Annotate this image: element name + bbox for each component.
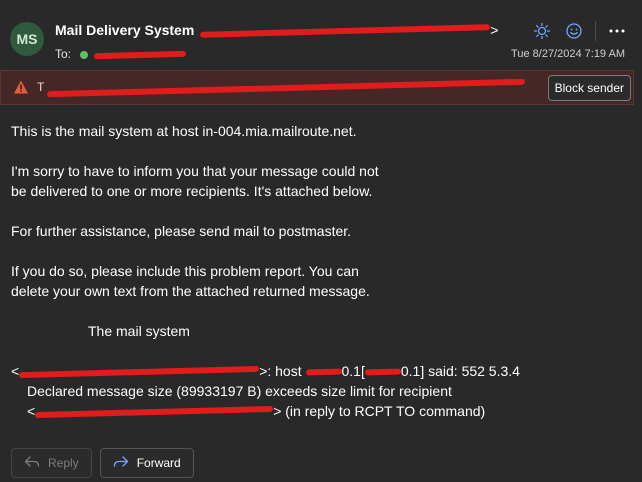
header-actions xyxy=(531,20,628,42)
warning-text-start: T xyxy=(37,80,45,94)
redacted-ip xyxy=(364,368,401,376)
body-text: For further assistance, please send mail… xyxy=(11,223,352,239)
body-paragraph: If you do so, please include this proble… xyxy=(11,261,631,301)
redacted-recipient[interactable] xyxy=(93,50,186,60)
forward-button[interactable]: Forward xyxy=(99,448,194,478)
redacted-sender-address xyxy=(200,24,491,39)
reply-button[interactable]: Reply xyxy=(11,448,92,478)
diag-text: Declared message size (89933197 B) excee… xyxy=(27,383,452,399)
diag-text: < xyxy=(11,363,20,379)
signature-text: The mail system xyxy=(88,323,190,339)
redacted-recipient-address-2 xyxy=(35,406,274,419)
presence-dot-icon xyxy=(80,50,89,59)
redacted-recipient-address xyxy=(19,366,260,379)
forward-icon xyxy=(113,455,129,472)
signature: The mail system xyxy=(11,321,631,341)
avatar[interactable]: MS xyxy=(10,22,44,56)
body-paragraph: For further assistance, please send mail… xyxy=(11,221,631,241)
body-paragraph: I'm sorry to have to inform you that you… xyxy=(11,161,631,201)
diag-text: < xyxy=(27,403,36,419)
reply-label: Reply xyxy=(48,456,79,470)
email-reading-pane: MS Mail Delivery System > To: Tue 8/27/2… xyxy=(0,0,642,482)
body-text: I'm sorry to have to inform you that you… xyxy=(11,163,379,179)
external-sender-warning: T Block sender xyxy=(0,70,634,105)
diag-text: >: host xyxy=(259,363,306,379)
sender-name[interactable]: Mail Delivery System xyxy=(55,22,194,38)
sender-line: Mail Delivery System > xyxy=(55,22,499,39)
redacted-warning-text xyxy=(47,78,526,98)
message-actions: Reply Forward xyxy=(11,448,194,478)
message-body: This is the mail system at host in-004.m… xyxy=(11,121,631,421)
header-divider xyxy=(595,21,596,41)
forward-label: Forward xyxy=(136,456,181,470)
warning-text: T xyxy=(37,78,526,98)
brightness-icon[interactable] xyxy=(531,20,553,42)
sent-timestamp: Tue 8/27/2024 7:19 AM xyxy=(511,48,625,60)
block-sender-label: Block sender xyxy=(554,81,624,95)
diag-text: 0.1[ xyxy=(341,363,365,379)
warning-icon xyxy=(14,80,28,94)
reply-icon xyxy=(24,455,40,472)
body-text: delete your own text from the attached r… xyxy=(11,283,370,299)
body-text: This is the mail system at host in-004.m… xyxy=(11,123,357,139)
avatar-initials: MS xyxy=(16,31,38,47)
more-options-icon[interactable] xyxy=(606,20,628,42)
block-sender-button[interactable]: Block sender xyxy=(547,75,631,101)
delivery-diagnostic: < >: host 0.1[ 0.1] said: 552 5.3.4 Declar… xyxy=(11,361,631,421)
emoji-reaction-icon[interactable] xyxy=(563,20,585,42)
body-text: If you do so, please include this proble… xyxy=(11,263,359,279)
recipient-line: To: xyxy=(55,47,186,61)
body-text: be delivered to one or more recipients. … xyxy=(11,183,373,199)
diag-text: > (in reply to RCPT TO command) xyxy=(273,403,486,419)
body-paragraph: This is the mail system at host in-004.m… xyxy=(11,121,631,141)
redacted-host xyxy=(305,368,342,376)
to-label: To: xyxy=(55,47,72,61)
diag-text: 0.1] said: 552 5.3.4 xyxy=(400,363,520,379)
sender-address-suffix: > xyxy=(490,22,499,38)
